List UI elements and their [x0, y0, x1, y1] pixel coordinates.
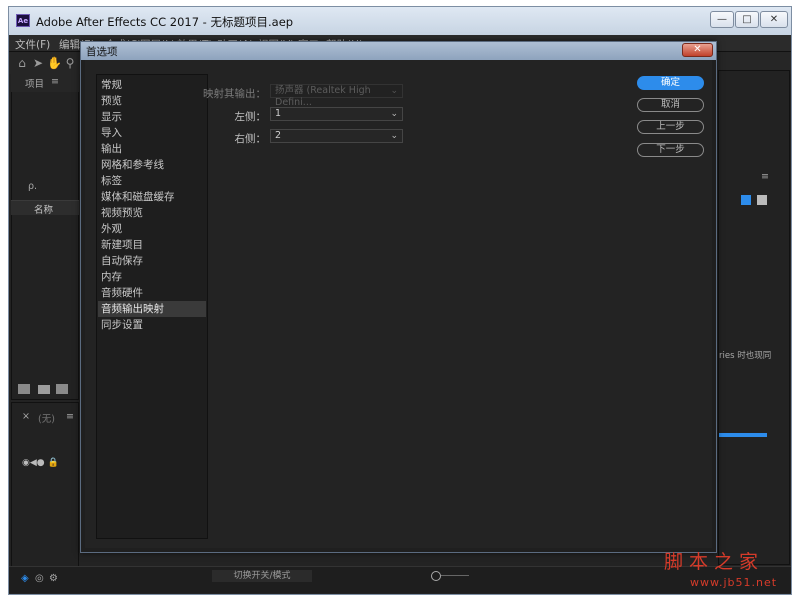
dialog-title-bar: 首选项 ✕ [81, 42, 716, 60]
maximize-button[interactable]: □ [735, 11, 759, 28]
after-effects-app-icon: Ae [16, 14, 30, 27]
watermark-url: www.jb51.net [690, 576, 778, 589]
project-search-icon[interactable]: ρ. [28, 181, 37, 192]
right-panel: ≡ ries 时也现同 [718, 70, 790, 565]
name-column-header[interactable]: 名称 [11, 200, 79, 216]
timeline-title: (无) [38, 414, 55, 425]
interpret-footage-icon[interactable] [18, 384, 30, 394]
category-output[interactable]: 输出 [98, 141, 206, 157]
project-panel-title: 项目 [25, 79, 45, 90]
zoom-icon[interactable]: ⚲ [63, 56, 77, 70]
ok-button[interactable]: 确定 [637, 76, 704, 90]
dialog-title: 首选项 [86, 46, 118, 58]
category-audio-output-mapping[interactable]: 音频输出映射 [98, 301, 206, 317]
project-panel-footer [18, 384, 78, 396]
right-channel-select[interactable]: 2 ⌄ [270, 129, 403, 143]
new-composition-icon[interactable] [56, 384, 68, 394]
timeline-panel: × (无) ≡ ◉◀● 🔒 [11, 402, 79, 567]
toggle-switches-button[interactable]: 切换开关/模式 [212, 570, 312, 582]
progress-bar [719, 433, 767, 437]
right-channel-label: 右侧： [234, 133, 267, 145]
right-channel-value: 2 [275, 130, 282, 141]
next-button[interactable]: 下一步 [637, 143, 704, 157]
menu-file[interactable]: 文件(F) [15, 37, 50, 52]
layer-icon[interactable]: ◎ [35, 573, 44, 584]
chevron-down-icon: ⌄ [390, 86, 398, 96]
map-output-value: 扬声器 (Realtek High Defini... [275, 85, 371, 108]
category-import[interactable]: 导入 [98, 125, 206, 141]
list-view-icon[interactable] [757, 195, 767, 205]
map-output-select[interactable]: 扬声器 (Realtek High Defini... ⌄ [270, 84, 403, 108]
right-panel-menu-icon[interactable]: ≡ [761, 171, 769, 182]
timeline-menu-icon[interactable]: ≡ [66, 411, 74, 422]
grid-view-icon[interactable] [741, 195, 751, 205]
name-column-label: 名称 [34, 205, 54, 216]
home-icon[interactable]: ⌂ [15, 56, 29, 70]
render-icon[interactable]: ◈ [21, 573, 29, 584]
selection-icon[interactable]: ➤ [31, 56, 45, 70]
project-panel [11, 70, 79, 400]
flowchart-icon[interactable]: ⚙ [49, 573, 58, 584]
window-title: Adobe After Effects CC 2017 - 无标题项目.aep [36, 15, 294, 29]
new-folder-icon[interactable] [38, 385, 50, 394]
category-new-project[interactable]: 新建项目 [98, 237, 206, 253]
category-general[interactable]: 常规 [98, 77, 206, 93]
cancel-button[interactable]: 取消 [637, 98, 704, 112]
zoom-slider-track[interactable] [441, 575, 469, 576]
category-grids-guides[interactable]: 网格和参考线 [98, 157, 206, 173]
libraries-text: ries 时也现同 [719, 351, 772, 361]
title-bar: Ae Adobe After Effects CC 2017 - 无标题项目.a… [9, 7, 791, 35]
panel-menu-icon[interactable]: ≡ [51, 76, 59, 87]
category-memory[interactable]: 内存 [98, 269, 206, 285]
category-sync-settings[interactable]: 同步设置 [98, 317, 206, 333]
left-channel-value: 1 [275, 108, 282, 119]
dialog-body: 常规 预览 显示 导入 输出 网格和参考线 标签 媒体和磁盘缓存 视频预览 外观… [85, 60, 712, 548]
category-preview[interactable]: 预览 [98, 93, 206, 109]
preferences-dialog: 首选项 ✕ 常规 预览 显示 导入 输出 网格和参考线 标签 媒体和磁盘缓存 视… [80, 41, 717, 553]
category-audio-hardware[interactable]: 音频硬件 [98, 285, 206, 301]
category-list: 常规 预览 显示 导入 输出 网格和参考线 标签 媒体和磁盘缓存 视频预览 外观… [96, 74, 208, 539]
zoom-slider-handle[interactable] [431, 571, 441, 581]
left-channel-select[interactable]: 1 ⌄ [270, 107, 403, 121]
category-auto-save[interactable]: 自动保存 [98, 253, 206, 269]
left-channel-label: 左侧： [234, 111, 267, 123]
hand-icon[interactable]: ✋ [47, 56, 62, 70]
dialog-close-button[interactable]: ✕ [682, 43, 713, 57]
category-video-preview[interactable]: 视频预览 [98, 205, 206, 221]
close-window-button[interactable]: ✕ [760, 11, 788, 28]
chevron-down-icon: ⌄ [390, 131, 398, 141]
layer-switches-icons: ◉◀● 🔒 [22, 458, 59, 468]
minimize-button[interactable]: — [710, 11, 734, 28]
category-media-disk-cache[interactable]: 媒体和磁盘缓存 [98, 189, 206, 205]
project-panel-header: 项目 ≡ [11, 70, 79, 92]
watermark-logo: 脚本之家 [664, 551, 765, 573]
category-appearance[interactable]: 外观 [98, 221, 206, 237]
chevron-down-icon: ⌄ [390, 109, 398, 119]
map-output-label: 映射其输出： [203, 88, 266, 100]
category-labels[interactable]: 标签 [98, 173, 206, 189]
category-display[interactable]: 显示 [98, 109, 206, 125]
previous-button[interactable]: 上一步 [637, 120, 704, 134]
timeline-close-icon[interactable]: × [22, 411, 30, 422]
